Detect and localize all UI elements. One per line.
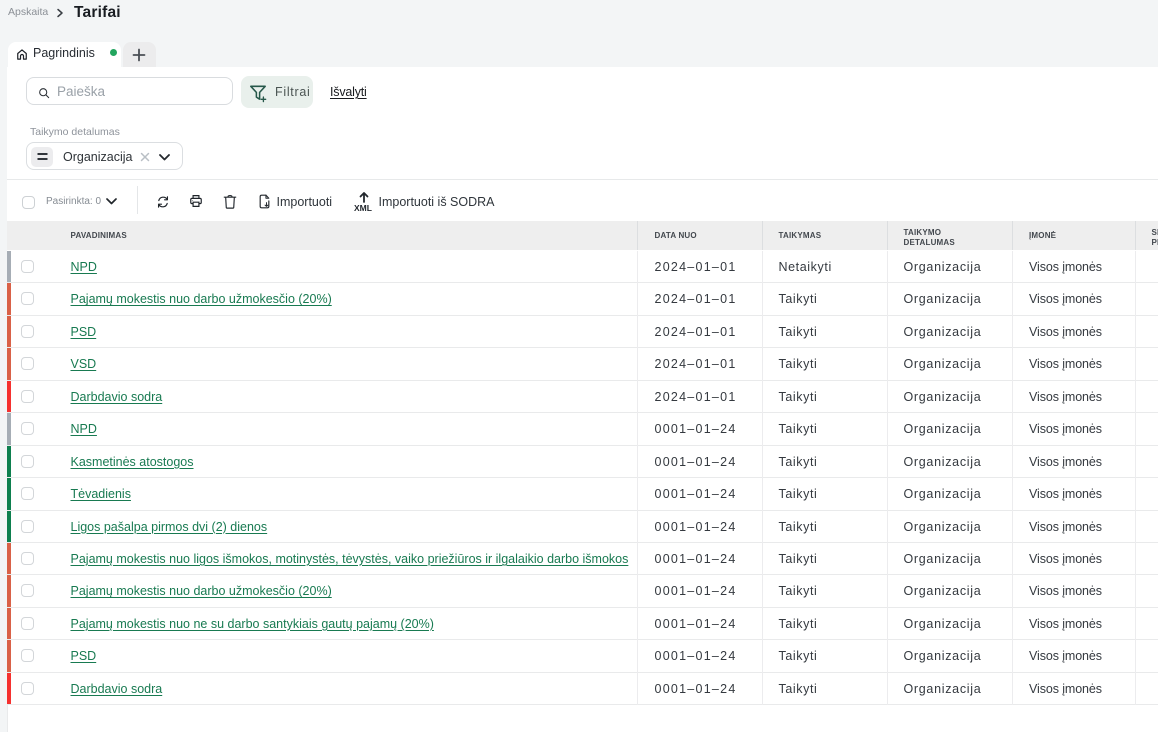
svg-text:XML: XML	[354, 203, 372, 213]
